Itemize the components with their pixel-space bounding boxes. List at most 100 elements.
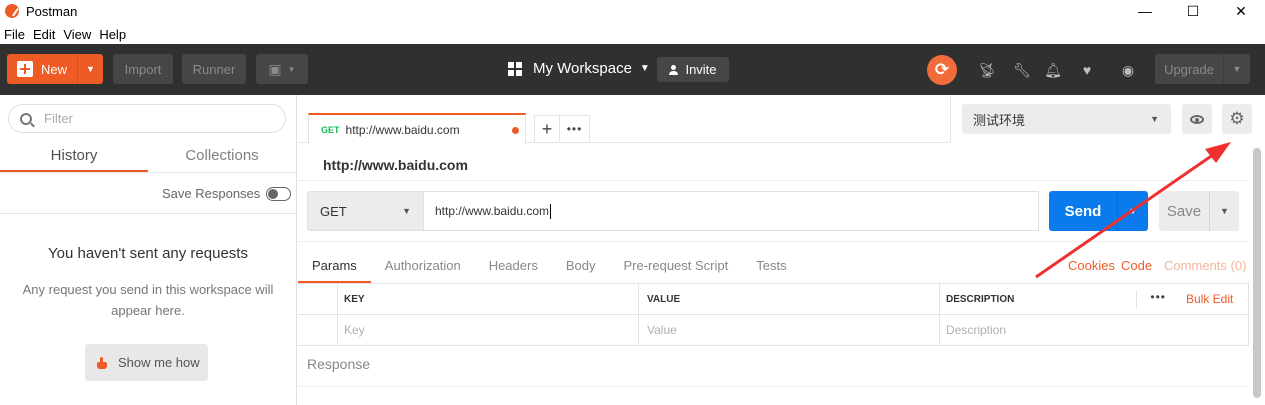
- new-button[interactable]: New ▼: [7, 54, 103, 84]
- menu-edit[interactable]: Edit: [33, 27, 55, 42]
- tab-collections[interactable]: Collections: [148, 140, 296, 173]
- new-window-button[interactable]: ▣ ▼: [256, 54, 308, 84]
- filter-placeholder: Filter: [44, 111, 73, 126]
- heart-icon[interactable]: ♥: [1079, 62, 1095, 78]
- minimize-button[interactable]: —: [1121, 0, 1169, 22]
- bell-icon[interactable]: 🔔︎: [1044, 62, 1062, 78]
- description-input[interactable]: Description: [940, 315, 1249, 345]
- menu-help[interactable]: Help: [99, 27, 126, 42]
- maximize-button[interactable]: ☐: [1169, 0, 1217, 22]
- filter-input[interactable]: Filter: [8, 104, 286, 133]
- save-caret-icon[interactable]: ▼: [1209, 191, 1239, 231]
- response-label: Response: [307, 356, 371, 372]
- tab-params[interactable]: Params: [298, 250, 371, 283]
- eye-icon: [1190, 114, 1204, 124]
- send-button[interactable]: Send ▼: [1049, 191, 1148, 231]
- new-button-label: New: [41, 61, 68, 77]
- tab-history[interactable]: History: [0, 140, 148, 173]
- postman-logo-icon: [5, 4, 19, 18]
- gear-icon: ⚙: [1229, 109, 1245, 128]
- column-options-icon[interactable]: •••: [1136, 290, 1166, 308]
- save-label: Save: [1166, 202, 1202, 220]
- text-cursor: [550, 203, 552, 219]
- show-me-how-label: Show me how: [118, 355, 200, 370]
- description-column-header: DESCRIPTION: [946, 293, 1015, 305]
- annotation-arrow-head: [1205, 142, 1231, 163]
- close-button[interactable]: ✕: [1217, 0, 1265, 22]
- import-button[interactable]: Import: [113, 54, 173, 84]
- url-input[interactable]: http://www.baidu.com: [424, 191, 1039, 231]
- add-person-icon: [669, 64, 679, 75]
- workspace-switcher[interactable]: My Workspace ▼: [508, 60, 650, 77]
- new-window-caret-icon: ▼: [287, 64, 296, 74]
- workspace-grid-icon: [508, 61, 522, 76]
- divider: [0, 213, 296, 214]
- tab-more-icon[interactable]: •••: [560, 115, 590, 143]
- sync-icon[interactable]: ⟳: [927, 55, 957, 85]
- send-caret-icon[interactable]: ▼: [1117, 191, 1148, 231]
- request-name: http://www.baidu.com: [323, 157, 468, 173]
- runner-button[interactable]: Runner: [182, 54, 246, 84]
- divider: [298, 180, 1248, 181]
- wrench-icon[interactable]: 🔧︎: [1013, 62, 1031, 78]
- description-placeholder: Description: [946, 323, 1007, 337]
- empty-state-description: Any request you send in this workspace w…: [22, 282, 274, 318]
- upgrade-caret-icon[interactable]: ▼: [1223, 54, 1250, 84]
- manage-environments-button[interactable]: ⚙: [1222, 104, 1252, 134]
- upgrade-label: Upgrade: [1164, 61, 1214, 77]
- tab-body[interactable]: Body: [552, 250, 610, 283]
- code-link[interactable]: Code: [1121, 258, 1152, 273]
- method-value: GET: [320, 203, 347, 219]
- url-value: http://www.baidu.com: [435, 204, 550, 218]
- satellite-icon[interactable]: 📡︎: [978, 62, 996, 78]
- tab-headers[interactable]: Headers: [475, 250, 552, 283]
- menu-view[interactable]: View: [63, 27, 91, 42]
- save-responses-toggle[interactable]: [266, 186, 292, 201]
- pointer-hand-icon: [97, 356, 107, 369]
- new-tab-button[interactable]: +: [534, 115, 560, 143]
- user-icon[interactable]: ◉: [1120, 62, 1136, 78]
- params-header-row: KEY VALUE DESCRIPTION ••• Bulk Edit: [298, 284, 1249, 315]
- bulk-edit-link[interactable]: Bulk Edit: [1186, 292, 1233, 306]
- method-select[interactable]: GET ▼: [307, 191, 424, 231]
- tab-authorization[interactable]: Authorization: [371, 250, 475, 283]
- invite-label: Invite: [685, 62, 717, 77]
- save-responses: Save Responses: [162, 186, 292, 201]
- request-links: Cookies Code Comments (0): [1068, 258, 1246, 273]
- save-responses-label: Save Responses: [162, 186, 261, 201]
- comments-link[interactable]: Comments (0): [1164, 258, 1246, 273]
- environment-quick-look-button[interactable]: [1182, 104, 1212, 134]
- sidebar-tabs: History Collections: [0, 140, 296, 173]
- request-tab[interactable]: GET http://www.baidu.com: [308, 113, 526, 144]
- tab-pre-request-script[interactable]: Pre-request Script: [609, 250, 742, 283]
- params-row-checkbox: [298, 315, 338, 345]
- new-window-icon: ▣: [268, 60, 282, 77]
- environment-select[interactable]: 测试环境 ▼: [962, 104, 1171, 134]
- invite-button[interactable]: Invite: [657, 57, 729, 82]
- key-placeholder: Key: [344, 323, 365, 337]
- save-button[interactable]: Save ▼: [1159, 191, 1239, 231]
- upgrade-button[interactable]: Upgrade ▼: [1155, 54, 1250, 84]
- divider: [298, 386, 1248, 387]
- plus-icon: [17, 61, 33, 77]
- environment-selected: 测试环境: [973, 112, 1026, 128]
- new-dropdown-caret-icon[interactable]: ▼: [77, 54, 103, 84]
- scrollbar[interactable]: [1253, 148, 1261, 398]
- value-input[interactable]: Value: [639, 315, 940, 345]
- request-subtabs: Params Authorization Headers Body Pre-re…: [298, 250, 801, 283]
- tab-tests[interactable]: Tests: [742, 250, 800, 283]
- window-controls: — ☐ ✕: [1121, 0, 1265, 22]
- unsaved-dot-icon: [512, 127, 519, 134]
- menu-bar: File Edit View Help: [0, 24, 130, 44]
- send-label: Send: [1064, 202, 1102, 220]
- request-tab-url: http://www.baidu.com: [345, 122, 460, 137]
- show-me-how-button[interactable]: Show me how: [85, 344, 208, 381]
- menu-file[interactable]: File: [4, 27, 25, 42]
- empty-state-title: You haven't sent any requests: [48, 245, 248, 262]
- divider: [0, 172, 296, 173]
- key-input[interactable]: Key: [338, 315, 639, 345]
- cookies-link[interactable]: Cookies: [1068, 258, 1115, 273]
- search-icon: [20, 112, 32, 125]
- value-column-header: VALUE: [647, 293, 681, 305]
- workspace-caret-icon: ▼: [639, 63, 650, 74]
